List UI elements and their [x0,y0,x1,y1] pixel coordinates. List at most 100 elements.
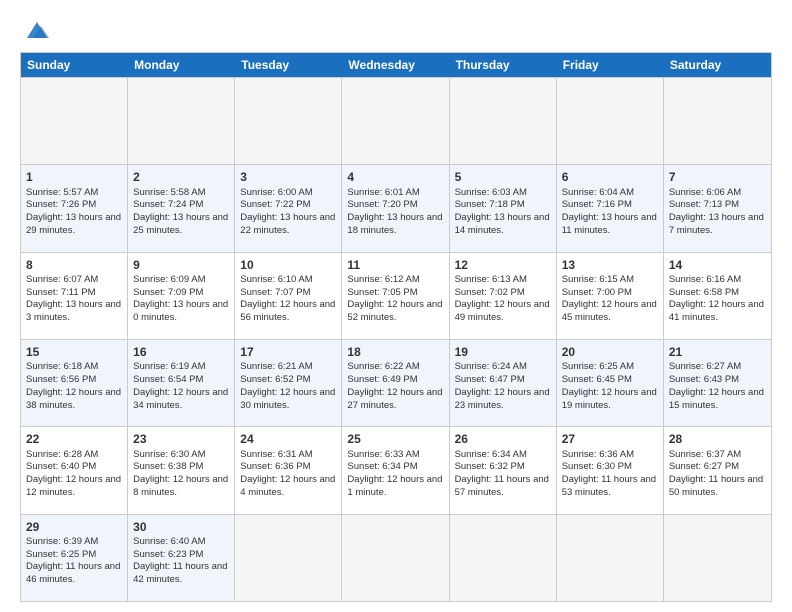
calendar-day-cell: 3Sunrise: 6:00 AMSunset: 7:22 PMDaylight… [235,165,342,251]
weekday-header: Wednesday [342,53,449,77]
calendar-empty-cell [235,515,342,601]
calendar-day-cell: 28Sunrise: 6:37 AMSunset: 6:27 PMDayligh… [664,427,771,513]
day-number: 14 [669,257,766,273]
calendar-empty-cell [664,78,771,164]
sunrise-text: Sunrise: 6:04 AM [562,187,634,198]
daylight-text: Daylight: 12 hours and 41 minutes. [669,299,764,323]
day-number: 30 [133,519,229,535]
day-number: 29 [26,519,122,535]
sunrise-text: Sunrise: 6:12 AM [347,274,419,285]
calendar-empty-cell [21,78,128,164]
logo-icon [23,16,51,44]
calendar-day-cell: 18Sunrise: 6:22 AMSunset: 6:49 PMDayligh… [342,340,449,426]
sunset-text: Sunset: 7:00 PM [562,287,632,298]
calendar-day-cell: 12Sunrise: 6:13 AMSunset: 7:02 PMDayligh… [450,253,557,339]
day-number: 7 [669,169,766,185]
sunrise-text: Sunrise: 6:22 AM [347,361,419,372]
sunrise-text: Sunrise: 6:27 AM [669,361,741,372]
sunrise-text: Sunrise: 6:00 AM [240,187,312,198]
sunset-text: Sunset: 7:16 PM [562,199,632,210]
daylight-text: Daylight: 12 hours and 1 minute. [347,474,442,498]
calendar-empty-cell [235,78,342,164]
sunset-text: Sunset: 6:45 PM [562,374,632,385]
calendar-empty-cell [342,515,449,601]
calendar-day-cell: 6Sunrise: 6:04 AMSunset: 7:16 PMDaylight… [557,165,664,251]
daylight-text: Daylight: 11 hours and 46 minutes. [26,561,120,585]
sunset-text: Sunset: 6:58 PM [669,287,739,298]
day-number: 21 [669,344,766,360]
page: SundayMondayTuesdayWednesdayThursdayFrid… [0,0,792,612]
calendar-day-cell: 21Sunrise: 6:27 AMSunset: 6:43 PMDayligh… [664,340,771,426]
daylight-text: Daylight: 12 hours and 12 minutes. [26,474,121,498]
sunset-text: Sunset: 6:54 PM [133,374,203,385]
day-number: 6 [562,169,658,185]
daylight-text: Daylight: 12 hours and 52 minutes. [347,299,442,323]
daylight-text: Daylight: 11 hours and 50 minutes. [669,474,763,498]
sunset-text: Sunset: 6:36 PM [240,461,310,472]
weekday-header: Monday [128,53,235,77]
day-number: 13 [562,257,658,273]
day-number: 5 [455,169,551,185]
daylight-text: Daylight: 12 hours and 30 minutes. [240,387,335,411]
weekday-header: Sunday [21,53,128,77]
calendar-empty-cell [557,515,664,601]
day-number: 16 [133,344,229,360]
header [20,16,772,44]
sunrise-text: Sunrise: 6:40 AM [133,536,205,547]
weekday-header: Saturday [664,53,771,77]
calendar: SundayMondayTuesdayWednesdayThursdayFrid… [20,52,772,602]
day-number: 24 [240,431,336,447]
sunrise-text: Sunrise: 6:31 AM [240,449,312,460]
calendar-header: SundayMondayTuesdayWednesdayThursdayFrid… [21,53,771,77]
calendar-day-cell: 2Sunrise: 5:58 AMSunset: 7:24 PMDaylight… [128,165,235,251]
calendar-day-cell: 17Sunrise: 6:21 AMSunset: 6:52 PMDayligh… [235,340,342,426]
day-number: 1 [26,169,122,185]
calendar-day-cell: 26Sunrise: 6:34 AMSunset: 6:32 PMDayligh… [450,427,557,513]
sunrise-text: Sunrise: 6:39 AM [26,536,98,547]
calendar-day-cell: 10Sunrise: 6:10 AMSunset: 7:07 PMDayligh… [235,253,342,339]
daylight-text: Daylight: 12 hours and 15 minutes. [669,387,764,411]
daylight-text: Daylight: 11 hours and 42 minutes. [133,561,227,585]
calendar-day-cell: 19Sunrise: 6:24 AMSunset: 6:47 PMDayligh… [450,340,557,426]
sunset-text: Sunset: 6:25 PM [26,549,96,560]
day-number: 25 [347,431,443,447]
sunrise-text: Sunrise: 6:34 AM [455,449,527,460]
calendar-day-cell: 22Sunrise: 6:28 AMSunset: 6:40 PMDayligh… [21,427,128,513]
daylight-text: Daylight: 11 hours and 57 minutes. [455,474,549,498]
sunrise-text: Sunrise: 6:30 AM [133,449,205,460]
sunset-text: Sunset: 7:02 PM [455,287,525,298]
sunset-text: Sunset: 6:47 PM [455,374,525,385]
sunrise-text: Sunrise: 6:28 AM [26,449,98,460]
sunrise-text: Sunrise: 6:13 AM [455,274,527,285]
sunset-text: Sunset: 7:09 PM [133,287,203,298]
calendar-day-cell: 29Sunrise: 6:39 AM Sunset: 6:25 PMDayligh… [21,515,128,601]
daylight-text: Daylight: 12 hours and 34 minutes. [133,387,228,411]
sunset-text: Sunset: 7:05 PM [347,287,417,298]
calendar-empty-cell [557,78,664,164]
calendar-week-row: 8Sunrise: 6:07 AMSunset: 7:11 PMDaylight… [21,252,771,339]
calendar-empty-cell [450,515,557,601]
calendar-day-cell: 7Sunrise: 6:06 AMSunset: 7:13 PMDaylight… [664,165,771,251]
day-number: 11 [347,257,443,273]
sunrise-text: Sunrise: 6:06 AM [669,187,741,198]
daylight-text: Daylight: 12 hours and 45 minutes. [562,299,657,323]
daylight-text: Daylight: 13 hours and 0 minutes. [133,299,228,323]
daylight-text: Daylight: 12 hours and 49 minutes. [455,299,550,323]
weekday-header: Thursday [450,53,557,77]
sunset-text: Sunset: 6:23 PM [133,549,203,560]
calendar-week-row [21,77,771,164]
calendar-week-row: 22Sunrise: 6:28 AMSunset: 6:40 PMDayligh… [21,426,771,513]
day-number: 20 [562,344,658,360]
sunrise-text: Sunrise: 6:07 AM [26,274,98,285]
calendar-day-cell: 20Sunrise: 6:25 AMSunset: 6:45 PMDayligh… [557,340,664,426]
daylight-text: Daylight: 12 hours and 8 minutes. [133,474,228,498]
day-number: 2 [133,169,229,185]
calendar-day-cell: 5Sunrise: 6:03 AMSunset: 7:18 PMDaylight… [450,165,557,251]
daylight-text: Daylight: 13 hours and 25 minutes. [133,212,228,236]
calendar-day-cell: 15Sunrise: 6:18 AMSunset: 6:56 PMDayligh… [21,340,128,426]
day-number: 8 [26,257,122,273]
sunrise-text: Sunrise: 6:18 AM [26,361,98,372]
day-number: 17 [240,344,336,360]
calendar-day-cell: 16Sunrise: 6:19 AMSunset: 6:54 PMDayligh… [128,340,235,426]
sunset-text: Sunset: 7:24 PM [133,199,203,210]
